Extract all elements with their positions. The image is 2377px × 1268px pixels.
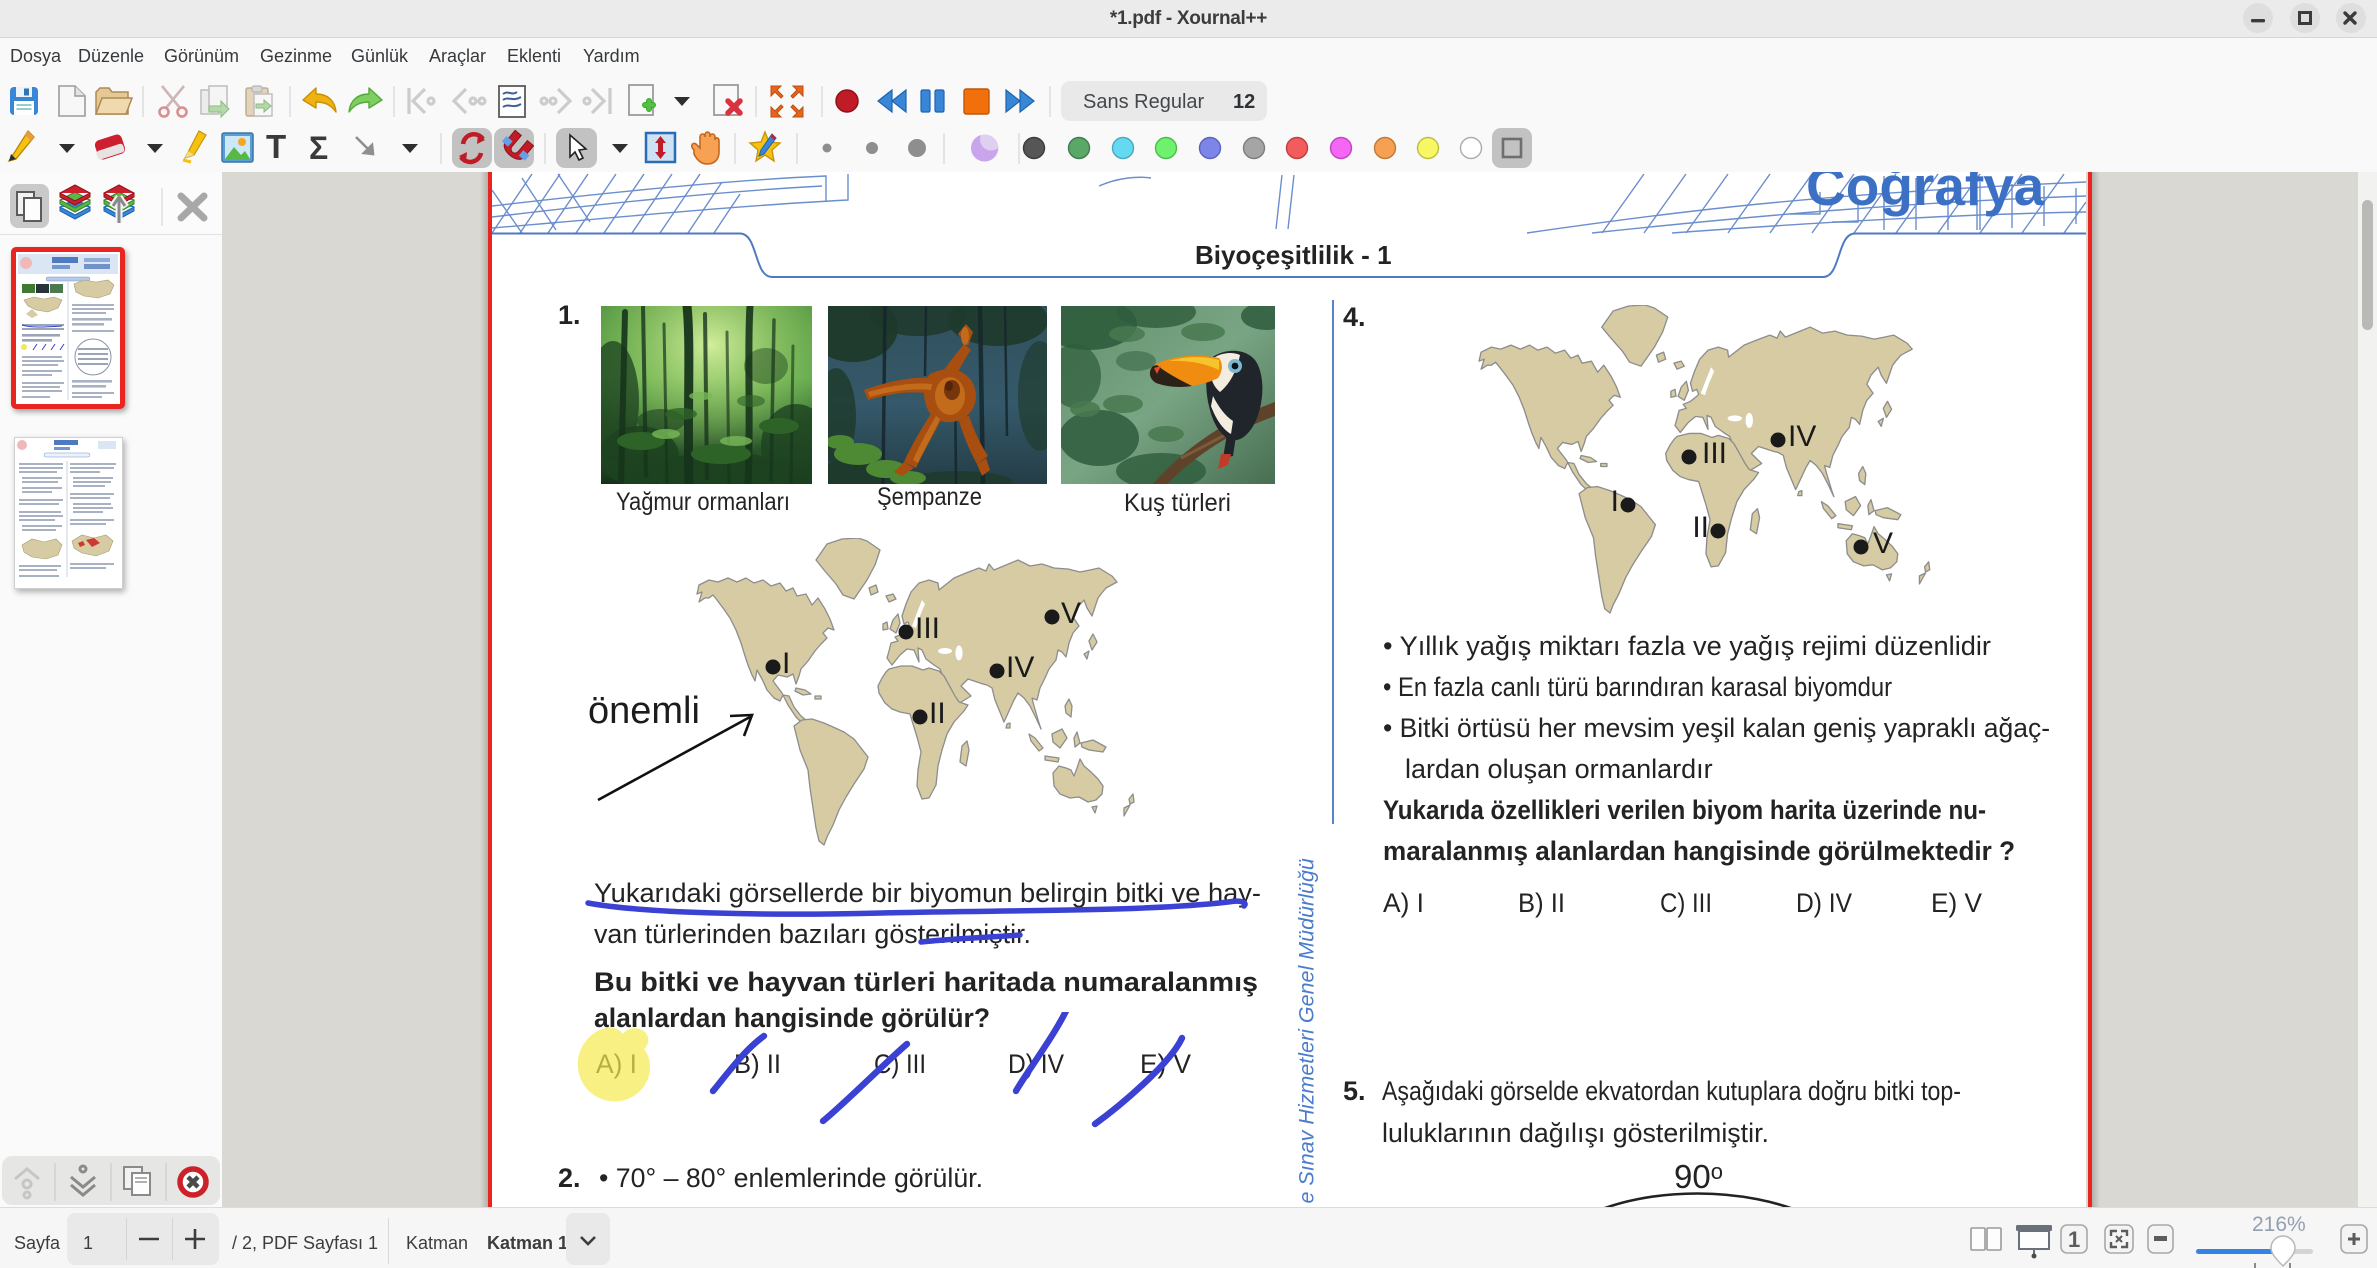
svg-text:I: I <box>1611 485 1619 518</box>
svg-text:Σ: Σ <box>309 130 328 166</box>
svg-text:12: 12 <box>1233 91 1255 113</box>
svg-text:1: 1 <box>2068 1227 2080 1252</box>
svg-text:I: I <box>782 647 790 680</box>
svg-text:IV: IV <box>1788 420 1816 453</box>
svg-text:III: III <box>915 612 940 645</box>
svg-text:T: T <box>266 128 286 165</box>
svg-text:Sans Regular: Sans Regular <box>1083 91 1205 113</box>
svg-text:V: V <box>1873 527 1893 560</box>
svg-text:IV: IV <box>1006 651 1034 684</box>
svg-text:III: III <box>1702 437 1727 470</box>
svg-text:II: II <box>929 697 946 730</box>
svg-text:II: II <box>1692 511 1709 544</box>
svg-text:V: V <box>1061 597 1081 630</box>
svg-text:216%: 216% <box>2252 1213 2306 1236</box>
